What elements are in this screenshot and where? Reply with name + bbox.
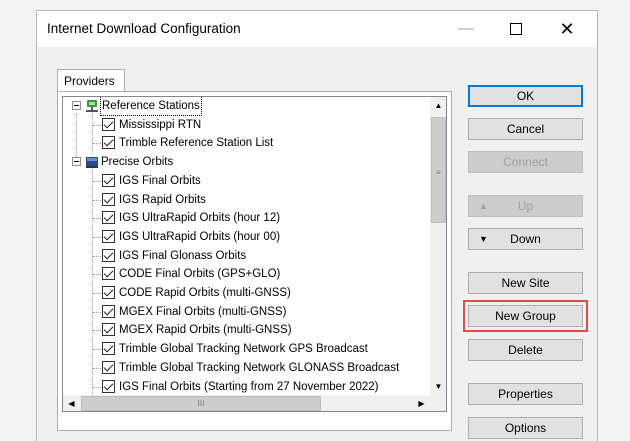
delete-button[interactable]: Delete	[468, 339, 583, 361]
tree-item-label: Mississippi RTN	[119, 118, 202, 131]
down-arrow-icon: ▼	[479, 234, 488, 244]
tree-item-label: Trimble Reference Station List	[119, 137, 274, 150]
up-button-label: Up	[517, 199, 534, 213]
tab-providers[interactable]: Providers	[57, 69, 125, 91]
minimize-button[interactable]: —	[443, 11, 489, 47]
tree-connector	[93, 386, 101, 388]
checkbox[interactable]	[102, 248, 115, 262]
checkbox[interactable]	[102, 136, 115, 150]
tree-connector	[92, 111, 93, 154]
checkbox[interactable]	[102, 211, 115, 225]
tree-item-label: IGS UltraRapid Orbits (hour 00)	[119, 230, 281, 243]
horizontal-scrollbar[interactable]: ◀ III ▶	[63, 395, 430, 411]
tree-connector	[76, 113, 77, 161]
connect-button[interactable]: Connect	[468, 151, 583, 173]
down-button-label: Down	[510, 232, 541, 246]
vertical-scrollbar[interactable]: ▲ ≡ ▼	[430, 97, 446, 395]
cancel-button[interactable]: Cancel	[468, 118, 583, 140]
collapse-toggle-icon[interactable]	[72, 101, 81, 110]
horizontal-scroll-thumb[interactable]: III	[81, 396, 321, 411]
providers-panel: Reference Stations Mississippi RTN Trimble…	[57, 91, 452, 431]
network-icon	[86, 100, 98, 112]
tree-connector	[93, 349, 101, 351]
dialog-window: Internet Download Configuration — ✕ Prov…	[36, 10, 598, 441]
close-button[interactable]: ✕	[544, 11, 590, 47]
tree-connector	[93, 180, 101, 182]
tree-item-label: Trimble Global Tracking Network GPS Broa…	[119, 343, 368, 356]
checkbox[interactable]	[102, 304, 115, 318]
scroll-right-arrow-icon[interactable]: ▶	[413, 395, 430, 411]
tree-connector	[93, 293, 101, 294]
tree-connector	[93, 124, 101, 126]
tree-connector	[93, 255, 101, 257]
tree-connector	[93, 330, 101, 332]
close-icon: ✕	[559, 18, 575, 39]
providers-tree[interactable]: Reference Stations Mississippi RTN Trimble…	[62, 96, 447, 412]
properties-button[interactable]: Properties	[468, 383, 583, 405]
scroll-down-arrow-icon[interactable]: ▼	[430, 378, 446, 395]
collapse-toggle-icon[interactable]	[72, 157, 81, 167]
checkbox[interactable]	[102, 379, 115, 393]
tree-item-label: IGS Final Glonass Orbits	[119, 249, 247, 262]
tree-connector	[93, 199, 101, 201]
checkbox[interactable]	[102, 267, 115, 281]
vertical-scroll-thumb[interactable]: ≡	[431, 117, 446, 223]
ok-button[interactable]: OK	[468, 85, 583, 107]
checkbox[interactable]	[102, 229, 115, 243]
checkbox[interactable]	[102, 117, 115, 131]
checkbox[interactable]	[102, 173, 115, 187]
tree-connector	[93, 218, 101, 220]
new-group-button[interactable]: New Group	[463, 300, 588, 332]
checkbox[interactable]	[102, 286, 115, 299]
tree-item-label: MGEX Rapid Orbits (multi-GNSS)	[119, 324, 292, 337]
scroll-left-arrow-icon[interactable]: ◀	[63, 395, 80, 411]
tree-connector	[93, 236, 101, 238]
tree-item-label: CODE Final Orbits (GPS+GLO)	[119, 268, 281, 281]
tree-item-label: IGS Final Orbits	[119, 174, 201, 187]
tree-rows: Reference Stations Mississippi RTN Trimble…	[63, 97, 431, 395]
tree-item-label: IGS Final Orbits (Starting from 27 Novem…	[119, 380, 379, 393]
tree-group-label: Precise Orbits	[101, 156, 174, 169]
scroll-up-arrow-icon[interactable]: ▲	[430, 97, 446, 114]
grip-icon: ≡	[436, 168, 441, 177]
tree-connector	[93, 311, 101, 313]
tree-item-label: IGS UltraRapid Orbits (hour 12)	[119, 212, 281, 225]
tree-connector	[93, 274, 101, 276]
tree-item-label: IGS Rapid Orbits	[119, 193, 206, 206]
tree-group-label: Reference Stations	[100, 97, 202, 116]
down-button[interactable]: ▼ Down	[468, 228, 583, 250]
new-site-button[interactable]: New Site	[468, 272, 583, 294]
tree-connector	[93, 143, 101, 145]
checkbox[interactable]	[102, 342, 115, 356]
minimize-icon: —	[458, 20, 474, 37]
maximize-icon	[510, 23, 522, 35]
tree-item-label: Trimble Global Tracking Network GLONASS …	[119, 361, 400, 374]
up-arrow-icon: ▲	[479, 201, 488, 211]
scrollbar-corner	[430, 395, 446, 411]
checkbox[interactable]	[102, 360, 115, 374]
tab-providers-label: Providers	[64, 74, 115, 88]
tree-connector	[92, 167, 93, 395]
title-bar[interactable]: Internet Download Configuration — ✕	[37, 11, 597, 47]
options-button[interactable]: Options	[468, 417, 583, 439]
window-title: Internet Download Configuration	[47, 21, 241, 36]
server-icon	[86, 157, 98, 169]
tree-item-label: CODE Rapid Orbits (multi-GNSS)	[119, 287, 291, 299]
checkbox[interactable]	[102, 323, 115, 337]
up-button[interactable]: ▲ Up	[468, 195, 583, 217]
maximize-button[interactable]	[493, 11, 539, 47]
checkbox[interactable]	[102, 192, 115, 206]
tree-item-label: MGEX Final Orbits (multi-GNSS)	[119, 305, 287, 318]
tree-connector	[93, 367, 101, 369]
